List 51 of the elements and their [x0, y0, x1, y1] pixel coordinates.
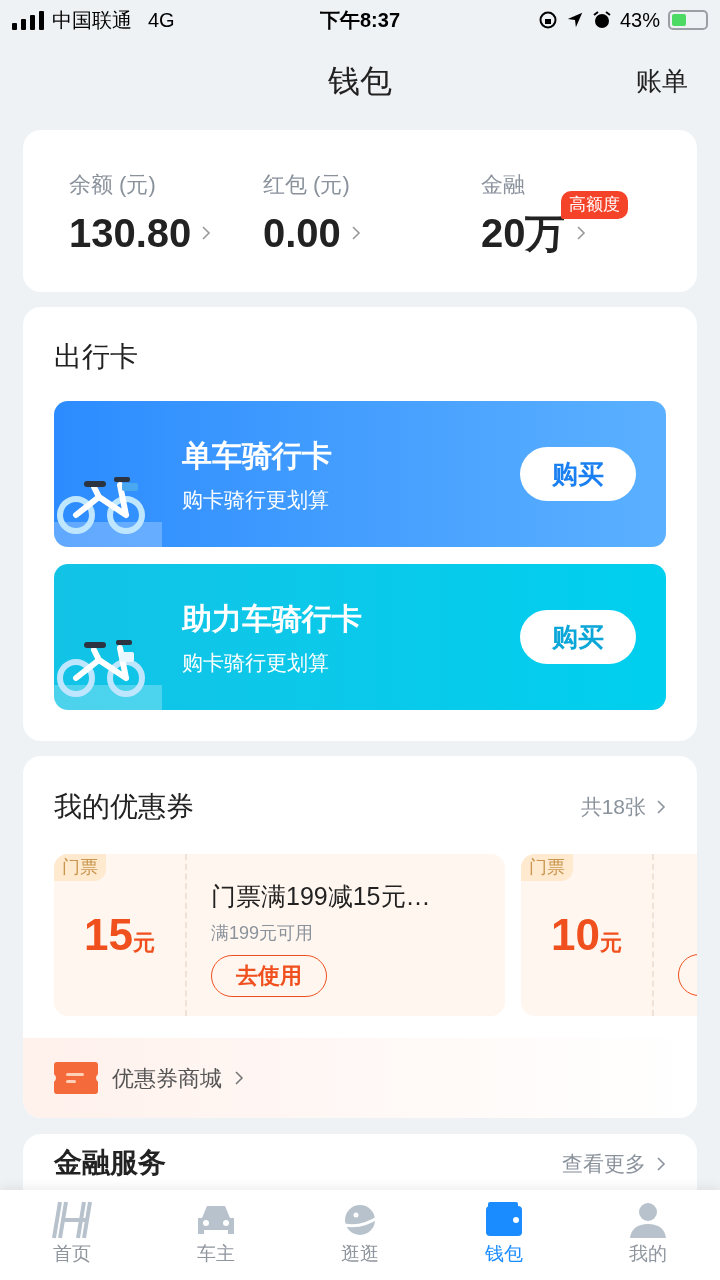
chevron-icon — [575, 225, 586, 241]
battery-icon — [668, 10, 708, 30]
card-subtitle: 购卡骑行更划算 — [182, 486, 330, 513]
tab-item[interactable]: 首页 — [0, 1190, 144, 1280]
balance-amount[interactable]: 0.00 — [263, 209, 341, 257]
tab-item[interactable]: 逛逛 — [288, 1190, 432, 1280]
card-subtitle: 购卡骑行更划算 — [182, 649, 330, 676]
rotation-lock-icon — [537, 10, 558, 30]
promo-badge: 高额度 — [561, 191, 628, 219]
status-time: 下午8:37 — [320, 8, 400, 33]
card-title: 助力车骑行卡 — [182, 600, 362, 637]
chevron-icon — [350, 225, 361, 241]
alarm-icon — [591, 10, 612, 30]
chevron-icon — [234, 1070, 244, 1086]
riding-card[interactable]: 单车骑行卡 购卡骑行更划算 购买 — [54, 401, 666, 547]
coupon-ticket[interactable]: 门票 10元 — [521, 854, 697, 1016]
coupon-value: 15元 — [84, 909, 155, 961]
buy-button[interactable]: 购买 — [520, 610, 636, 664]
riding-card[interactable]: 助力车骑行卡 购卡骑行更划算 购买 — [54, 564, 666, 710]
card-title: 单车骑行卡 — [182, 437, 332, 474]
coupon-condition: 满199元可用 — [211, 921, 315, 945]
coupon-mall-link[interactable]: 优惠券商城 — [112, 1061, 244, 1095]
tab-item[interactable]: 我的 — [576, 1190, 720, 1280]
coupon-icon — [54, 1062, 98, 1094]
signal-icon — [12, 10, 46, 30]
coupon-title: 门票满199减15元… — [211, 881, 431, 912]
bill-link[interactable]: 账单 — [636, 61, 688, 101]
tab-item[interactable]: 车主 — [144, 1190, 288, 1280]
coupon-tag: 门票 — [521, 854, 573, 881]
coupon-value: 10元 — [551, 909, 622, 961]
chevron-icon — [201, 225, 212, 241]
coupon-ticket[interactable]: 门票 15元 门票满199减15元… 满199元可用 去使用 — [54, 854, 505, 1016]
balance-label: 红包 (元) — [263, 171, 351, 199]
view-more-link[interactable]: 查看更多 — [562, 1148, 666, 1180]
section-title: 我的优惠券 — [54, 790, 194, 824]
section-title: 金融服务 — [54, 1146, 166, 1180]
balance-label: 金融 — [481, 171, 526, 199]
network-type: 4G — [148, 8, 175, 33]
page-title: 钱包 — [328, 62, 392, 101]
coupon-tag: 门票 — [54, 854, 106, 881]
coupon-count-link[interactable]: 共18张 — [580, 791, 666, 823]
road-icon — [50, 1200, 94, 1240]
tab-item[interactable]: 钱包 — [432, 1190, 576, 1280]
carrier-name: 中国联通 — [52, 8, 132, 33]
chevron-icon — [656, 1155, 666, 1172]
balance-label: 余额 (元) — [69, 171, 157, 199]
battery-percent: 43% — [619, 8, 660, 33]
section-title: 出行卡 — [54, 340, 139, 374]
buy-button[interactable]: 购买 — [520, 447, 636, 501]
chevron-icon — [656, 799, 666, 815]
balance-amount[interactable]: 130.80 — [69, 209, 192, 257]
